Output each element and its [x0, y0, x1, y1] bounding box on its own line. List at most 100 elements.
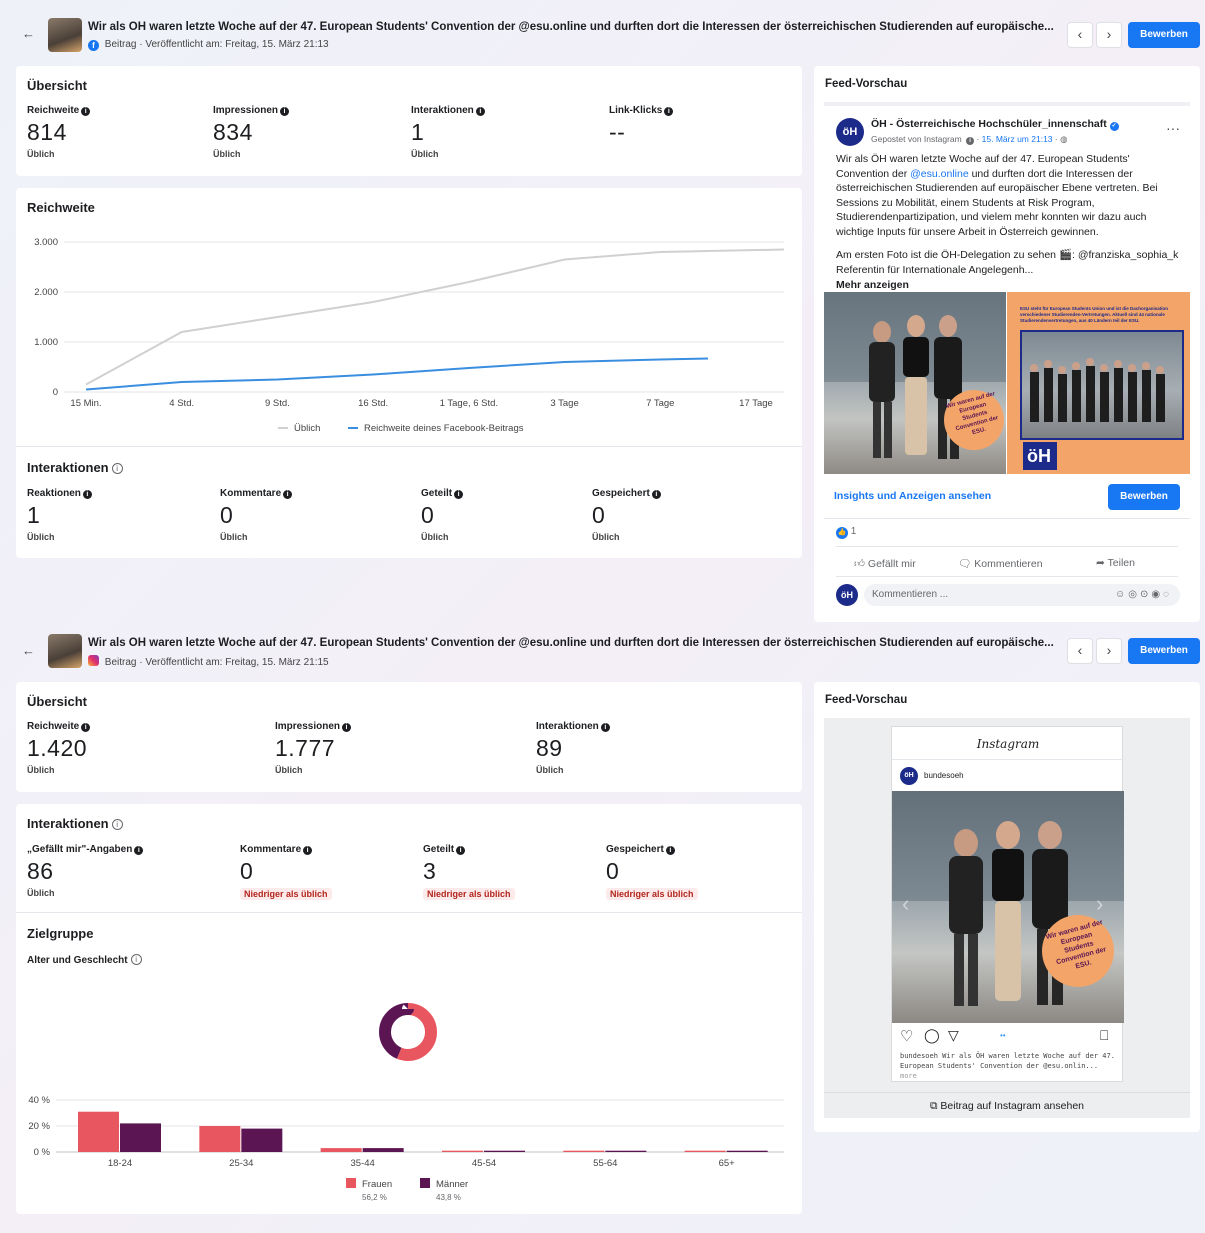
next-post-button[interactable]: ›: [1096, 22, 1122, 48]
mention-link[interactable]: @esu.online: [910, 168, 969, 180]
divider: [836, 576, 1178, 577]
globe-icon: ◍: [1060, 134, 1068, 144]
metric-saved: Gespeichert i 0 Niedriger als üblich: [606, 844, 698, 900]
boost-button[interactable]: Bewerben: [1128, 22, 1200, 48]
page-name[interactable]: ÖH - Österreichische Hochschüler_innensc…: [871, 118, 1119, 131]
comment-icon: 🗨︎: [958, 558, 972, 570]
photo-panel-text: ESU steht für European Students Union un…: [1020, 306, 1169, 323]
carousel-prev-icon[interactable]: ‹: [902, 891, 909, 917]
overview-card: Übersicht Reichweite i 814 Üblich Impress…: [16, 66, 802, 176]
info-icon[interactable]: i: [456, 846, 466, 855]
info-icon[interactable]: i: [134, 846, 144, 855]
post-thumbnail: [48, 18, 82, 52]
overview-title: Übersicht: [27, 78, 87, 93]
metric-shares: Geteilt i 0 Üblich: [421, 488, 464, 542]
instagram-icon: [88, 655, 99, 666]
carousel-next-icon[interactable]: ›: [1096, 891, 1103, 917]
gender-donut-chart: [379, 1003, 437, 1061]
insights-link[interactable]: Insights und Anzeigen ansehen: [834, 490, 991, 502]
interactions-title: Interaktionen i: [27, 816, 123, 831]
info-icon[interactable]: i: [81, 723, 91, 732]
legend-label: Üblich: [294, 423, 320, 434]
external-link-icon: ⧉: [929, 1100, 938, 1112]
post-photo[interactable]: Wir waren auf der European Students Conv…: [824, 292, 1006, 474]
y-tick-label: 3.000: [34, 237, 58, 248]
ig-bookmark-icon[interactable]: ⎕: [1100, 1027, 1108, 1044]
x-tick-label: 65+: [719, 1158, 736, 1169]
like-button[interactable]: 👍︎ Gefällt mir: [854, 557, 916, 570]
next-post-button[interactable]: ›: [1096, 638, 1122, 664]
x-tick-label: 45-54: [472, 1158, 496, 1169]
divider: [836, 546, 1178, 547]
info-icon[interactable]: i: [665, 846, 675, 855]
info-icon[interactable]: i: [342, 723, 352, 732]
info-icon[interactable]: i: [664, 107, 674, 116]
bar: [605, 1150, 647, 1152]
x-tick-label: 18-24: [108, 1158, 132, 1169]
ig-comment-icon[interactable]: ◯: [924, 1027, 940, 1044]
ig-share-icon[interactable]: ▽: [948, 1027, 959, 1044]
emoji-icons[interactable]: ☺◎⊙◉◌: [1115, 584, 1172, 606]
x-tick-label: 3 Tage: [550, 398, 578, 409]
info-icon[interactable]: i: [82, 490, 92, 499]
info-icon[interactable]: i: [280, 107, 290, 116]
instagram-post-preview: Instagram öH bundesoeh Wir waren auf der…: [891, 726, 1124, 1082]
info-icon[interactable]: i: [81, 107, 91, 116]
like-reaction-icon: 👍: [836, 527, 848, 539]
info-outline-icon[interactable]: i: [130, 954, 142, 965]
reach-chart-title: Reichweite: [27, 200, 95, 215]
share-button[interactable]: ➦ Teilen: [1096, 557, 1135, 569]
info-outline-icon[interactable]: i: [111, 819, 123, 830]
boost-button[interactable]: Bewerben: [1128, 638, 1200, 664]
info-icon[interactable]: i: [454, 490, 464, 499]
metric-comments: Kommentare i 0 Niedriger als üblich: [240, 844, 332, 900]
show-more-link[interactable]: Mehr anzeigen: [836, 278, 909, 293]
feed-preview-card: Feed-Vorschau öH ÖH - Österreichische Ho…: [814, 66, 1200, 622]
feed-preview-title: Feed-Vorschau: [825, 694, 908, 706]
ig-heart-icon[interactable]: ♡: [900, 1027, 913, 1045]
metric-saved: Gespeichert i 0 Üblich: [592, 488, 661, 542]
legend-swatch: [346, 1178, 356, 1188]
metric-reach: Reichweite i 1.420 Üblich: [27, 721, 91, 775]
people-illustration: [892, 791, 1124, 1006]
post-subtitle-row: Beitrag · Veröffentlicht am: Freitag, 15…: [88, 655, 329, 668]
comment-button[interactable]: 🗨︎ Kommentieren: [958, 557, 1043, 570]
info-icon[interactable]: i: [283, 490, 293, 499]
facebook-post-preview: öH ÖH - Österreichische Hochschüler_inne…: [824, 102, 1190, 622]
legend-label: Männer: [436, 1179, 468, 1190]
info-outline-icon[interactable]: i: [111, 463, 123, 474]
ig-caption: bundesoeh Wir als ÖH waren letzte Woche …: [900, 1052, 1115, 1070]
group-illustration: [1030, 358, 1165, 422]
previous-post-button[interactable]: ‹: [1067, 638, 1093, 664]
info-icon[interactable]: i: [600, 723, 610, 732]
info-icon[interactable]: i: [303, 846, 313, 855]
info-icon[interactable]: i: [475, 107, 485, 116]
y-tick-label: 0 %: [34, 1147, 51, 1158]
view-on-instagram-link[interactable]: ⧉ Beitrag auf Instagram ansehen: [824, 1100, 1190, 1113]
back-arrow-icon[interactable]: ←: [22, 26, 35, 41]
more-options-icon[interactable]: ···: [1166, 120, 1180, 136]
metric-impressions: Impressionen i 834 Üblich: [213, 105, 290, 159]
x-tick-label: 15 Min.: [70, 398, 101, 409]
reaction-summary[interactable]: 👍 1: [836, 526, 856, 539]
people-illustration: [824, 292, 1006, 459]
post-photo-2[interactable]: ESU steht für European Students Union un…: [1007, 292, 1190, 474]
ig-post-photo[interactable]: Wir waren auf der European Students Conv…: [892, 791, 1124, 1023]
divider: [16, 912, 802, 913]
ig-caption-more[interactable]: more: [900, 1071, 917, 1081]
legend-percent: 56,2 %: [362, 1193, 387, 1202]
share-icon: ➦: [1096, 557, 1105, 569]
x-tick-label: 17 Tage: [739, 398, 773, 409]
legend-percent: 43,8 %: [436, 1193, 461, 1202]
metric-reach: Reichweite i 814 Üblich: [27, 105, 91, 159]
divider: [16, 446, 802, 447]
comment-input[interactable]: Kommentieren ... ☺◎⊙◉◌: [864, 584, 1180, 606]
info-icon[interactable]: i: [651, 490, 661, 499]
ig-username[interactable]: bundesoeh: [924, 771, 964, 780]
back-arrow-icon[interactable]: ←: [22, 643, 35, 658]
bar: [442, 1150, 483, 1152]
preview-boost-button[interactable]: Bewerben: [1108, 484, 1180, 510]
status-badge: Niedriger als üblich: [240, 888, 332, 900]
previous-post-button[interactable]: ‹: [1067, 22, 1093, 48]
audience-subtitle: Alter und Geschlecht i: [27, 954, 142, 966]
